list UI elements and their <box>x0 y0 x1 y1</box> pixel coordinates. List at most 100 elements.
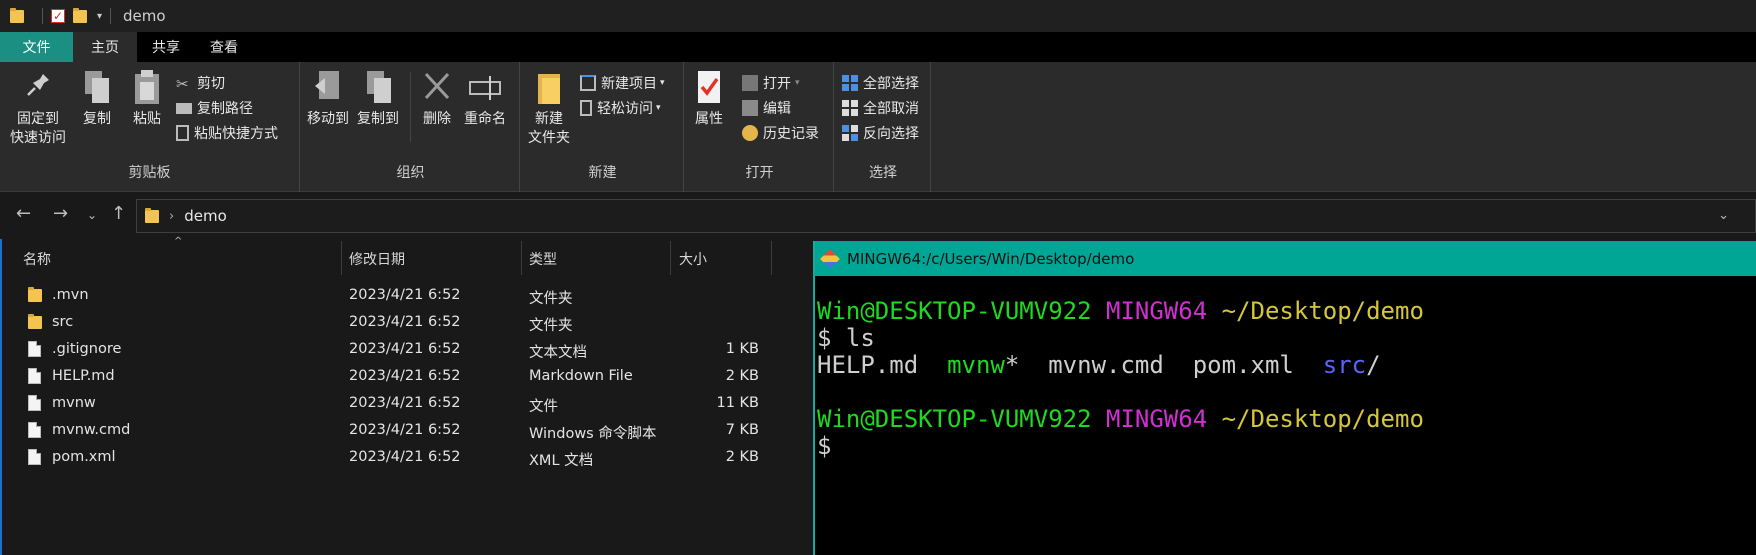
tab-view[interactable]: 查看 <box>195 32 253 62</box>
column-name[interactable]: 名称 <box>23 249 51 269</box>
divider <box>110 8 112 24</box>
window-title: demo <box>123 7 166 25</box>
tab-file[interactable]: 文件 <box>0 32 73 62</box>
ls-item: pom.xml <box>1192 351 1294 379</box>
up-arrow-icon[interactable]: ↑ <box>111 203 126 224</box>
file-icon <box>28 449 43 465</box>
copy-to-label: 复制到 <box>357 111 399 127</box>
recent-locations-chevron-icon[interactable]: ⌄ <box>87 208 97 222</box>
ribbon-tabs: 文件 主页 共享 查看 <box>0 32 1756 62</box>
back-arrow-icon[interactable]: ← <box>16 203 31 224</box>
prompt-cwd: ~/Desktop/demo <box>1221 297 1424 325</box>
column-divider[interactable] <box>771 241 772 275</box>
terminal-title-bar[interactable]: MINGW64:/c/Users/Win/Desktop/demo <box>815 241 1756 276</box>
file-type: Markdown File <box>529 368 633 384</box>
prompt-symbol: $ <box>817 324 832 352</box>
select-all-button[interactable]: 全部选择 <box>842 72 919 94</box>
open-group: 属性 打开 ▾ 编辑 历史记录 打开 <box>686 62 834 192</box>
forward-arrow-icon[interactable]: → <box>53 203 68 224</box>
copy-path-icon <box>176 102 192 114</box>
copy-icon <box>85 71 109 103</box>
script-file-icon <box>28 422 43 438</box>
edit-button[interactable]: 编辑 <box>742 97 791 119</box>
clipboard-group: 固定到 快速访问 复制 粘贴 ✂ 剪切 复制路径 粘贴快捷方式 剪贴板 <box>0 62 300 192</box>
rename-icon <box>469 76 501 100</box>
paste-icon <box>135 70 159 104</box>
history-button[interactable]: 历史记录 <box>742 122 819 144</box>
column-size[interactable]: 大小 <box>679 249 707 269</box>
move-to-label: 移动到 <box>307 111 349 127</box>
column-type[interactable]: 类型 <box>529 249 557 269</box>
invert-selection-label: 反向选择 <box>863 126 919 142</box>
select-all-label: 全部选择 <box>863 76 919 92</box>
address-bar[interactable]: › demo ⌄ <box>136 199 1756 233</box>
table-row[interactable]: HELP.md 2023/4/21 6:52 Markdown File 2 KB <box>2 363 817 390</box>
delete-button[interactable]: 删除 <box>420 68 454 129</box>
file-date: 2023/4/21 6:52 <box>349 395 461 411</box>
file-type: 文件夹 <box>529 318 573 334</box>
tab-share[interactable]: 共享 <box>137 32 195 62</box>
select-none-icon <box>842 100 858 116</box>
file-name: mvnw.cmd <box>52 422 131 438</box>
column-divider[interactable] <box>670 241 671 275</box>
group-label-clipboard: 剪贴板 <box>128 165 171 181</box>
properties-button[interactable]: 属性 <box>692 68 726 129</box>
new-item-button[interactable]: 新建项目 ▾ <box>580 72 665 94</box>
table-row[interactable]: pom.xml 2023/4/21 6:52 XML 文档 2 KB <box>2 444 817 471</box>
prompt-env: MINGW64 <box>1106 297 1208 325</box>
chevron-down-icon[interactable]: ▾ <box>97 11 102 22</box>
tab-home[interactable]: 主页 <box>73 32 137 62</box>
file-list: ^ 名称 修改日期 类型 大小 .mvn 2023/4/21 6:52 文件夹 src… <box>0 236 817 555</box>
paste-shortcut-button[interactable]: 粘贴快捷方式 <box>176 122 278 144</box>
new-group: 新建 文件夹 新建项目 ▾ 轻松访问 ▾ 新建 <box>522 62 684 192</box>
markdown-file-icon <box>28 368 43 384</box>
cut-button[interactable]: ✂ 剪切 <box>176 72 225 94</box>
new-item-icon <box>580 75 596 91</box>
file-name: .gitignore <box>52 341 122 357</box>
table-row[interactable]: src 2023/4/21 6:52 文件夹 <box>2 309 817 336</box>
chevron-down-icon: ▾ <box>660 78 665 88</box>
open-button[interactable]: 打开 ▾ <box>742 72 800 94</box>
new-folder-icon[interactable] <box>73 7 87 23</box>
properties-icon[interactable]: ✓ <box>51 9 65 23</box>
copy-to-button[interactable]: 复制到 <box>357 68 399 129</box>
prompt-env: MINGW64 <box>1106 405 1208 433</box>
select-none-button[interactable]: 全部取消 <box>842 97 919 119</box>
ls-marker: / <box>1366 351 1381 379</box>
paste-button[interactable]: 粘贴 <box>130 68 164 129</box>
delete-icon <box>424 72 450 100</box>
scissors-icon: ✂ <box>176 75 189 93</box>
new-item-label: 新建项目 <box>601 76 657 92</box>
terminal-output[interactable]: Win@DESKTOP-VUMV922 MINGW64 ~/Desktop/de… <box>815 276 1756 460</box>
file-size: 1 KB <box>725 341 759 357</box>
chevron-down-icon: ▾ <box>795 78 800 88</box>
chevron-down-icon[interactable]: ⌄ <box>1718 208 1729 223</box>
easy-access-button[interactable]: 轻松访问 ▾ <box>580 97 661 119</box>
table-row[interactable]: mvnw 2023/4/21 6:52 文件 11 KB <box>2 390 817 417</box>
command-text: ls <box>831 324 875 352</box>
file-type: XML 文档 <box>529 453 594 469</box>
file-date: 2023/4/21 6:52 <box>349 449 461 465</box>
copy-path-button[interactable]: 复制路径 <box>176 97 253 119</box>
properties-icon <box>698 71 720 103</box>
move-to-button[interactable]: 移动到 <box>307 68 349 129</box>
navigation-bar: ← → ⌄ ↑ › demo ⌄ <box>0 193 1756 239</box>
column-divider[interactable] <box>341 241 342 275</box>
delete-label: 删除 <box>423 111 451 127</box>
table-row[interactable]: .gitignore 2023/4/21 6:52 文本文档 1 KB <box>2 336 817 363</box>
file-type: 文件 <box>529 399 558 415</box>
column-date[interactable]: 修改日期 <box>349 249 405 269</box>
breadcrumb[interactable]: demo <box>184 207 227 225</box>
file-date: 2023/4/21 6:52 <box>349 422 461 438</box>
table-row[interactable]: mvnw.cmd 2023/4/21 6:52 Windows 命令脚本 7 KB <box>2 417 817 444</box>
pin-quick-access-button[interactable]: 固定到 快速访问 <box>10 68 66 148</box>
copy-button[interactable]: 复制 <box>80 68 114 129</box>
paste-shortcut-label: 粘贴快捷方式 <box>194 126 278 142</box>
invert-selection-button[interactable]: 反向选择 <box>842 122 919 144</box>
new-folder-button[interactable]: 新建 文件夹 <box>528 68 570 148</box>
table-row[interactable]: .mvn 2023/4/21 6:52 文件夹 <box>2 282 817 309</box>
terminal-window[interactable]: MINGW64:/c/Users/Win/Desktop/demo Win@DE… <box>813 241 1756 555</box>
file-date: 2023/4/21 6:52 <box>349 314 461 330</box>
column-divider[interactable] <box>521 241 522 275</box>
rename-button[interactable]: 重命名 <box>464 68 506 129</box>
